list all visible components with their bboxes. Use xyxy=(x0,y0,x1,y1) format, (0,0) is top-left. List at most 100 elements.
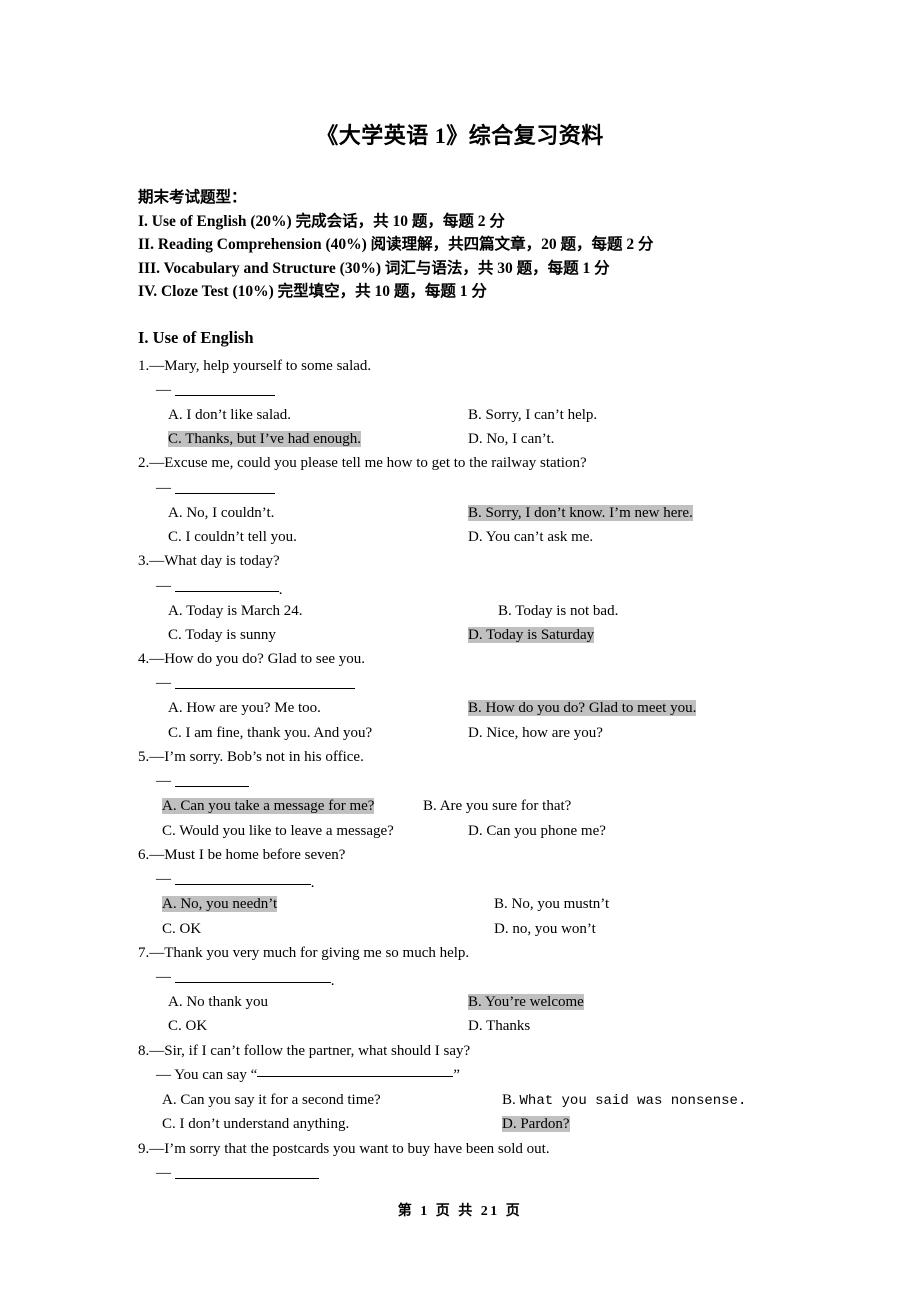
document-body: 期末考试题型： I. Use of English (20%) 完成会话，共 1… xyxy=(138,186,788,1186)
fill-in-blank[interactable] xyxy=(174,482,275,494)
exam-type-line-2: II. Reading Comprehension (40%) 阅读理解，共四篇… xyxy=(138,236,654,253)
option-key: B. xyxy=(423,798,440,815)
option-text: Today is not bad. xyxy=(515,602,619,619)
option-b[interactable]: B. You’re welcome xyxy=(468,990,584,1014)
question-number: 6. xyxy=(138,846,150,863)
option-d[interactable]: D. Can you phone me? xyxy=(468,819,606,843)
option-c[interactable]: C. Thanks, but I’ve had enough. xyxy=(168,427,362,451)
option-c[interactable]: C. I don’t understand anything. xyxy=(162,1112,349,1136)
option-a[interactable]: A. How are you? Me too. xyxy=(168,696,321,720)
option-d[interactable]: D. You can’t ask me. xyxy=(468,525,593,549)
question-item: 7. — Thank you very much for giving me s… xyxy=(138,941,788,1039)
fill-in-blank[interactable] xyxy=(174,580,279,592)
option-text: I am fine, thank you. And you? xyxy=(185,724,373,741)
option-b[interactable]: B. What you said was nonsense. xyxy=(502,1088,746,1113)
question-stem-text: Thank you very much for giving me so muc… xyxy=(164,944,470,961)
option-text: Thanks, but I’ve had enough. xyxy=(185,431,362,448)
option-a[interactable]: A. No, you needn’t xyxy=(162,892,278,916)
question-stem: 7. — Thank you very much for giving me s… xyxy=(138,941,788,965)
option-key: C. xyxy=(162,1116,180,1133)
blank-trailing-punctuation: . xyxy=(278,581,283,598)
question-stem: 1. — Mary, help yourself to some salad. xyxy=(138,354,788,378)
option-key: C. xyxy=(168,431,186,448)
option-d[interactable]: D. Today is Saturday xyxy=(468,623,595,647)
option-key: B. xyxy=(468,700,486,717)
option-text: Today is Saturday xyxy=(486,626,595,643)
option-a[interactable]: A. Can you say it for a second time? xyxy=(162,1088,381,1112)
question-item: 8. — Sir, if I can’t follow the partner,… xyxy=(138,1039,788,1137)
dialogue-dash-icon: — xyxy=(149,1140,165,1157)
option-text: No, you mustn’t xyxy=(511,896,610,913)
fill-in-blank[interactable] xyxy=(174,677,355,690)
option-text: I don’t understand anything. xyxy=(179,1116,350,1133)
answer-blank-line: — . xyxy=(138,867,788,892)
option-b[interactable]: B. Sorry, I don’t know. I’m new here. xyxy=(468,501,693,525)
dialogue-dash-icon: — xyxy=(156,773,171,790)
option-key: A. xyxy=(162,896,181,913)
option-a[interactable]: A. Can you take a message for me? xyxy=(162,794,375,818)
question-stem-text: What day is today? xyxy=(164,553,280,570)
question-stem-text: I’m sorry. Bob’s not in his office. xyxy=(164,749,364,766)
option-key: A. xyxy=(168,406,187,423)
dialogue-dash-icon: — xyxy=(156,381,171,398)
dialogue-dash-icon: — xyxy=(149,944,165,961)
option-c[interactable]: C. Would you like to leave a message? xyxy=(162,819,394,843)
question-list: 1. — Mary, help yourself to some salad. —… xyxy=(138,354,788,1186)
answer-blank-line: — xyxy=(138,378,788,403)
option-d[interactable]: D. Pardon? xyxy=(502,1112,570,1136)
question-number: 1. xyxy=(138,357,150,374)
dialogue-dash-icon: — xyxy=(156,675,171,692)
option-c[interactable]: C. OK xyxy=(162,917,201,941)
section-heading-use-of-english: I. Use of English xyxy=(138,327,254,347)
option-b[interactable]: B. Today is not bad. xyxy=(498,599,618,623)
option-d[interactable]: D. Nice, how are you? xyxy=(468,721,603,745)
option-text: Sorry, I can’t help. xyxy=(485,406,598,423)
option-a[interactable]: A. No thank you xyxy=(168,990,268,1014)
fill-in-blank[interactable] xyxy=(174,384,275,396)
option-d[interactable]: D. No, I can’t. xyxy=(468,427,554,451)
option-c[interactable]: C. Today is sunny xyxy=(168,623,276,647)
option-text: You can’t ask me. xyxy=(485,528,594,545)
fill-in-blank[interactable] xyxy=(174,873,311,886)
option-d[interactable]: D. no, you won’t xyxy=(494,917,596,941)
option-key: A. xyxy=(162,798,181,815)
option-key: B. xyxy=(498,602,516,619)
option-c[interactable]: C. OK xyxy=(168,1014,207,1038)
option-b[interactable]: B. Sorry, I can’t help. xyxy=(468,403,597,427)
option-text: Can you phone me? xyxy=(486,822,606,839)
option-b[interactable]: B. Are you sure for that? xyxy=(423,794,571,818)
option-a[interactable]: A. I don’t like salad. xyxy=(168,403,291,427)
question-number: 5. xyxy=(138,749,150,766)
option-text: Can you say it for a second time? xyxy=(180,1092,381,1109)
option-row: A. How are you? Me too. B. How do you do?… xyxy=(138,696,788,720)
option-a[interactable]: A. Today is March 24. xyxy=(168,599,303,623)
question-item: 2. — Excuse me, could you please tell me… xyxy=(138,451,788,549)
option-b[interactable]: B. How do you do? Glad to meet you. xyxy=(468,696,697,720)
option-text: OK xyxy=(179,920,202,937)
option-text: no, you won’t xyxy=(512,920,596,937)
option-text: No, I couldn’t. xyxy=(186,504,275,521)
option-row: C. OK D. no, you won’t xyxy=(138,917,788,941)
question-stem: 6. — Must I be home before seven? xyxy=(138,843,788,867)
question-stem: 5. — I’m sorry. Bob’s not in his office. xyxy=(138,745,788,769)
fill-in-blank[interactable] xyxy=(174,1167,319,1179)
option-row: C. Today is sunny D. Today is Saturday xyxy=(138,623,788,647)
option-d[interactable]: D. Thanks xyxy=(468,1014,530,1038)
fill-in-blank[interactable] xyxy=(257,1065,454,1078)
option-c[interactable]: C. I couldn’t tell you. xyxy=(168,525,297,549)
option-row: C. I couldn’t tell you. D. You can’t ask … xyxy=(138,525,788,549)
option-c[interactable]: C. I am fine, thank you. And you? xyxy=(168,721,372,745)
question-number: 8. xyxy=(138,1042,150,1059)
fill-in-blank[interactable] xyxy=(174,971,331,984)
option-key: C. xyxy=(168,1018,186,1035)
exam-type-line-4: IV. Cloze Test (10%) 完型填空，共 10 题，每题 1 分 xyxy=(138,283,487,300)
option-text: Today is sunny xyxy=(185,626,276,643)
option-key: B. xyxy=(468,994,485,1011)
option-row: C. Would you like to leave a message? D. … xyxy=(138,819,788,843)
fill-in-blank[interactable] xyxy=(174,775,249,788)
question-number: 9. xyxy=(138,1140,150,1157)
option-key: C. xyxy=(168,724,186,741)
option-a[interactable]: A. No, I couldn’t. xyxy=(168,501,274,525)
dialogue-dash-icon: — xyxy=(156,577,171,594)
option-b[interactable]: B. No, you mustn’t xyxy=(494,892,609,916)
